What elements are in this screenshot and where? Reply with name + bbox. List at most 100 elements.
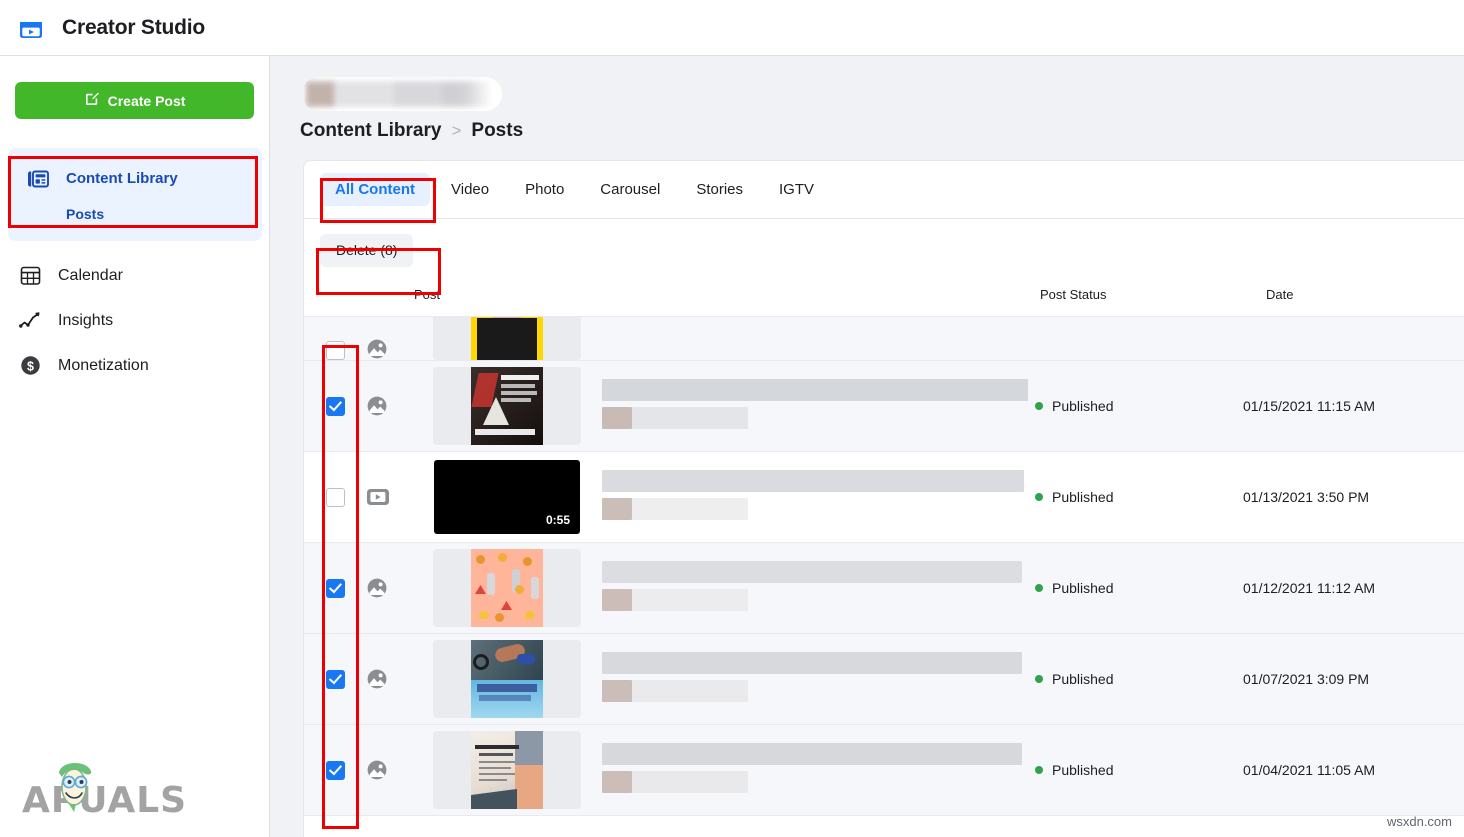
- sidebar-content-library-row[interactable]: Content Library: [8, 156, 262, 201]
- table-row[interactable]: Published 01/04/2021 11:05 AM: [304, 725, 1464, 816]
- video-play-icon: [367, 489, 389, 505]
- sidebar-item-label: Calendar: [58, 266, 123, 284]
- tab-video[interactable]: Video: [436, 173, 504, 206]
- sidebar-nav: Content Library Posts Calendar Insights …: [0, 148, 270, 388]
- sidebar-item-insights[interactable]: Insights: [0, 298, 270, 343]
- status-badge: Published: [1052, 580, 1114, 596]
- brand-title: Creator Studio: [62, 15, 206, 39]
- clapperboard-play-icon: [16, 13, 46, 43]
- insights-chart-icon: [16, 307, 44, 335]
- row-checkbox[interactable]: [325, 669, 345, 689]
- table-row[interactable]: Published 01/07/2021 3:09 PM: [304, 634, 1464, 725]
- thumbnail-art: [471, 731, 543, 809]
- thumbnail: [433, 640, 581, 718]
- thumbnail: [433, 317, 581, 360]
- status-dot-icon: [1035, 766, 1043, 774]
- status-badge: Published: [1052, 489, 1114, 505]
- column-header-status: Post Status: [1040, 287, 1107, 302]
- create-post-button[interactable]: Create Post: [15, 82, 254, 119]
- post-text-redacted: [602, 634, 1022, 725]
- tab-photo[interactable]: Photo: [510, 173, 579, 206]
- tab-igtv[interactable]: IGTV: [764, 173, 829, 206]
- sidebar-item-content-library[interactable]: Content Library Posts: [8, 148, 262, 241]
- row-checkbox[interactable]: [325, 487, 345, 507]
- compose-icon: [84, 91, 100, 110]
- video-thumbnail: 0:55: [434, 460, 580, 534]
- thumbnail-art: [471, 549, 543, 627]
- sidebar-item-posts[interactable]: Posts: [8, 201, 262, 227]
- row-checkbox-cell: [304, 487, 366, 507]
- photo-icon: [367, 396, 387, 416]
- post-thumbnail-cell: [412, 549, 602, 627]
- svg-text:$: $: [27, 359, 34, 373]
- row-checkbox-cell: [304, 396, 366, 416]
- column-header-post: Post: [414, 287, 441, 302]
- table-row[interactable]: 0:55 Published 01/13/2021 3:50 PM: [304, 452, 1464, 543]
- table-row[interactable]: Published 01/15/2021 11:15 AM: [304, 361, 1464, 452]
- sidebar-item-label: Monetization: [58, 356, 149, 374]
- table-header: Post Post Status Date: [304, 281, 1464, 316]
- photo-icon: [367, 760, 387, 780]
- creator-studio-app: Creator Studio Create Post Content Libra…: [0, 0, 1464, 837]
- status-dot-icon: [1035, 584, 1043, 592]
- thumbnail-art: [471, 367, 543, 445]
- post-text-redacted: [602, 361, 1028, 452]
- sidebar-item-monetization[interactable]: $ Monetization: [0, 343, 270, 388]
- tab-stories[interactable]: Stories: [681, 173, 758, 206]
- tab-all-content[interactable]: All Content: [320, 173, 430, 206]
- content-library-icon: [24, 165, 52, 193]
- post-type-cell: [366, 668, 412, 690]
- post-date-cell: 01/15/2021 11:15 AM: [1243, 398, 1376, 414]
- status-dot-icon: [1035, 675, 1043, 683]
- photo-icon: [367, 578, 387, 598]
- post-date-cell: 01/13/2021 3:50 PM: [1243, 489, 1370, 505]
- bulk-action-toolbar: Delete (8): [304, 219, 1464, 281]
- page-name-pill-redacted: [302, 77, 502, 111]
- post-text-redacted: [602, 317, 1013, 360]
- post-status-cell: Published: [1013, 762, 1239, 778]
- post-date-cell: 01/12/2021 11:12 AM: [1243, 580, 1376, 596]
- tab-carousel[interactable]: Carousel: [585, 173, 675, 206]
- row-checkbox[interactable]: [325, 578, 345, 598]
- dollar-circle-icon: $: [16, 352, 44, 380]
- photo-icon: [367, 669, 387, 689]
- status-dot-icon: [1035, 493, 1043, 501]
- top-bar: Creator Studio: [0, 0, 1464, 56]
- column-header-date: Date: [1266, 287, 1294, 302]
- row-checkbox-cell: [304, 578, 366, 598]
- photo-icon: [367, 339, 387, 359]
- breadcrumb-separator-icon: >: [451, 121, 462, 140]
- post-text-redacted: [602, 725, 1022, 816]
- row-checkbox-cell: [304, 669, 366, 689]
- status-badge: Published: [1052, 398, 1114, 414]
- row-checkbox[interactable]: [325, 341, 345, 360]
- thumbnail-art: [471, 317, 543, 360]
- table-row[interactable]: Published 01/12/2021 11:12 AM: [304, 543, 1464, 634]
- row-checkbox[interactable]: [325, 396, 345, 416]
- post-status-cell: Published: [1013, 580, 1239, 596]
- thumbnail-art: [471, 640, 543, 718]
- post-date-cell: 01/04/2021 11:05 AM: [1243, 762, 1376, 778]
- post-status-cell: Published: [1013, 489, 1239, 505]
- post-status-cell: Published: [1013, 671, 1239, 687]
- breadcrumb: Content Library > Posts: [300, 120, 523, 142]
- post-text-redacted: [602, 543, 1022, 634]
- sidebar-item-label: Content Library: [66, 170, 178, 187]
- sidebar-item-calendar[interactable]: Calendar: [0, 253, 270, 298]
- post-type-cell: [366, 338, 412, 360]
- status-dot-icon: [1035, 402, 1043, 410]
- breadcrumb-root[interactable]: Content Library: [300, 120, 441, 142]
- row-checkbox[interactable]: [325, 760, 345, 780]
- delete-button[interactable]: Delete (8): [320, 233, 414, 267]
- post-type-cell: [366, 395, 412, 417]
- main-content: Content Library > Posts All Content Vide…: [270, 56, 1464, 837]
- sidebar-item-label: Insights: [58, 311, 114, 329]
- post-date-cell: 01/07/2021 3:09 PM: [1243, 671, 1370, 687]
- breadcrumb-current: Posts: [471, 120, 524, 141]
- post-thumbnail-cell: [412, 317, 602, 360]
- thumbnail: [433, 367, 581, 445]
- status-badge: Published: [1052, 671, 1114, 687]
- post-type-cell: [366, 577, 412, 599]
- sidebar-subitem-label: Posts: [66, 206, 105, 222]
- table-row[interactable]: [304, 317, 1464, 361]
